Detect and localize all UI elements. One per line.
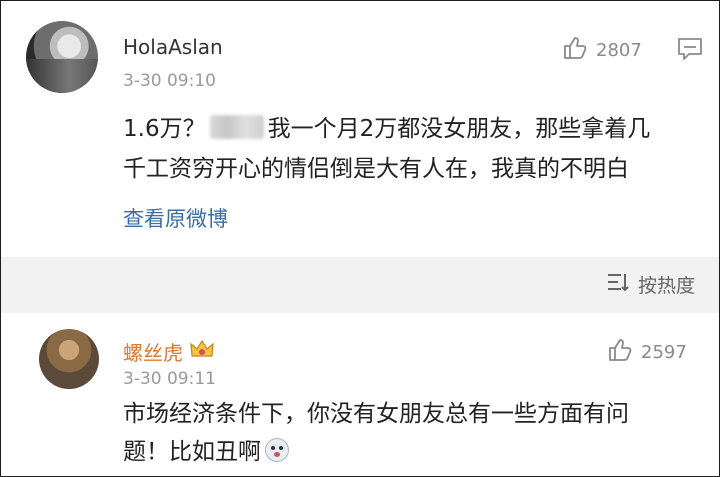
comment-item: HolaAslan 3-30 09:10 2807 1.6万？ 我一个月2万都没女…	[1, 1, 719, 257]
thumbs-up-icon	[562, 35, 588, 66]
sort-label: 按热度	[637, 275, 695, 297]
timestamp: 3-30 09:11	[123, 369, 216, 389]
like-button[interactable]: 2597	[607, 337, 687, 368]
comment-text-part: 市场经济条件下，你没有女朋友总有一些方面有问	[123, 401, 629, 427]
avatar[interactable]	[39, 329, 99, 389]
comment-item: 螺丝虎 3-30 09:11 2597 市场经济条件下，你没有女朋友总有一些方面…	[1, 313, 719, 476]
like-button[interactable]: 2807	[562, 35, 642, 66]
section-divider: 按热度	[1, 257, 719, 313]
comment-text-part: 千工资穷开心的情侣倒是大有人在，我真的不明白	[123, 156, 629, 182]
like-count: 2807	[596, 40, 642, 61]
sort-button[interactable]: 按热度	[606, 271, 695, 298]
comment-list: HolaAslan 3-30 09:10 2807 1.6万？ 我一个月2万都没女…	[0, 0, 720, 477]
view-original-link[interactable]: 查看原微博	[123, 203, 228, 233]
timestamp: 3-30 09:10	[123, 71, 216, 91]
comment-text: 市场经济条件下，你没有女朋友总有一些方面有问 题！比如丑啊	[123, 395, 683, 471]
redacted-text	[209, 115, 264, 139]
sort-icon	[606, 271, 630, 298]
reply-button[interactable]	[677, 37, 703, 65]
thumbs-up-icon	[607, 337, 633, 368]
crown-badge-icon	[189, 338, 215, 365]
username[interactable]: HolaAslan	[123, 35, 223, 59]
username-text: 螺丝虎	[123, 341, 183, 365]
shocked-face-icon	[265, 438, 289, 462]
avatar[interactable]	[26, 21, 98, 93]
comment-text-part: 我一个月2万都没女朋友，那些拿着几	[267, 116, 651, 142]
username[interactable]: 螺丝虎	[123, 337, 215, 366]
comment-text-part: 1.6万？	[123, 116, 206, 142]
comment-icon	[677, 38, 703, 65]
like-count: 2597	[641, 342, 687, 363]
comment-text: 1.6万？ 我一个月2万都没女朋友，那些拿着几 千工资穷开心的情侣倒是大有人在，我…	[123, 109, 693, 189]
comment-text-part: 题！比如丑啊	[123, 439, 261, 465]
